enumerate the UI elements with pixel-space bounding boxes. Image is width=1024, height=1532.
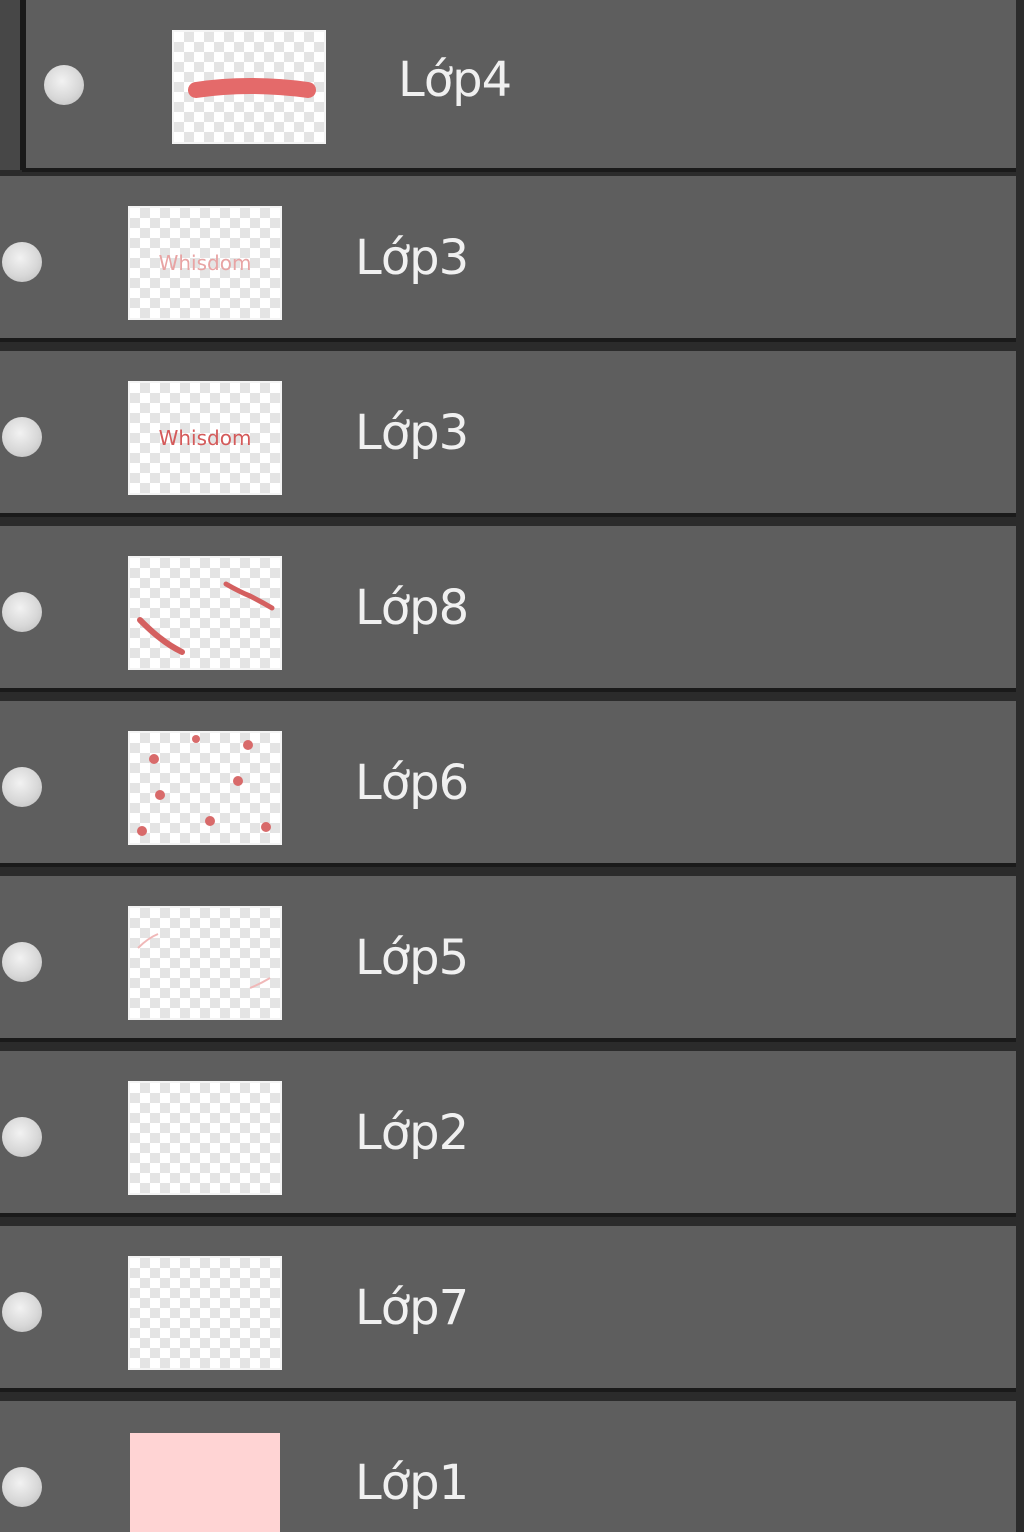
faint-lines-thumbnail-art: [137, 933, 271, 989]
text-thumbnail-art: Whisdom: [159, 251, 252, 275]
layer-name: Lớp3: [355, 405, 469, 461]
layers-panel: Lớp4 Whisdom Lớp3 Whisdom Lớp3 Lớp8 Lớp6…: [0, 0, 1024, 1532]
layer-name: Lớp6: [355, 755, 469, 811]
layer-thumbnail: [130, 1258, 280, 1368]
visibility-toggle-icon[interactable]: [2, 767, 42, 807]
layer-thumbnail: [130, 1433, 280, 1532]
layer-thumbnail: [130, 908, 280, 1018]
visibility-toggle-icon[interactable]: [2, 417, 42, 457]
layer-row-lop3-b[interactable]: Whisdom Lớp3: [0, 351, 1016, 517]
layer-thumbnail: [174, 32, 324, 142]
layer-group-indent: [0, 0, 22, 170]
visibility-toggle-icon[interactable]: [2, 1292, 42, 1332]
layer-name: Lớp2: [355, 1105, 469, 1161]
stroke-thumbnail-art: [188, 78, 316, 98]
layer-name: Lớp5: [355, 930, 469, 986]
diagonal-strokes-thumbnail-art: [137, 581, 275, 655]
visibility-toggle-icon[interactable]: [2, 942, 42, 982]
layer-row-lop6[interactable]: Lớp6: [0, 701, 1016, 867]
layer-name: Lớp7: [355, 1280, 469, 1336]
layer-row-lop8[interactable]: Lớp8: [0, 526, 1016, 692]
visibility-toggle-icon[interactable]: [2, 242, 42, 282]
layer-row-lop4[interactable]: Lớp4: [22, 0, 1016, 172]
visibility-toggle-icon[interactable]: [2, 592, 42, 632]
layer-name: Lớp8: [355, 580, 469, 636]
layer-row-lop5[interactable]: Lớp5: [0, 876, 1016, 1042]
dots-thumbnail-art: [137, 735, 271, 836]
thumb-text: Whisdom: [159, 426, 252, 450]
layer-row-lop2[interactable]: Lớp2: [0, 1051, 1016, 1217]
visibility-toggle-icon[interactable]: [44, 65, 84, 105]
layer-thumbnail: Whisdom: [130, 383, 280, 493]
layer-thumbnail: [130, 733, 280, 843]
layer-thumbnail: [130, 1083, 280, 1193]
layer-name: Lớp3: [355, 230, 469, 286]
layer-thumbnail: Whisdom: [130, 208, 280, 318]
layer-row-lop7[interactable]: Lớp7: [0, 1226, 1016, 1392]
text-thumbnail-art: Whisdom: [159, 426, 252, 450]
layer-row-lop3-a[interactable]: Whisdom Lớp3: [0, 176, 1016, 342]
visibility-toggle-icon[interactable]: [2, 1467, 42, 1507]
layer-thumbnail: [130, 558, 280, 668]
layer-name: Lớp4: [398, 52, 512, 108]
layer-name: Lớp1: [355, 1455, 469, 1511]
thumb-text: Whisdom: [159, 251, 252, 275]
layer-row-lop1[interactable]: Lớp1: [0, 1401, 1016, 1532]
visibility-toggle-icon[interactable]: [2, 1117, 42, 1157]
